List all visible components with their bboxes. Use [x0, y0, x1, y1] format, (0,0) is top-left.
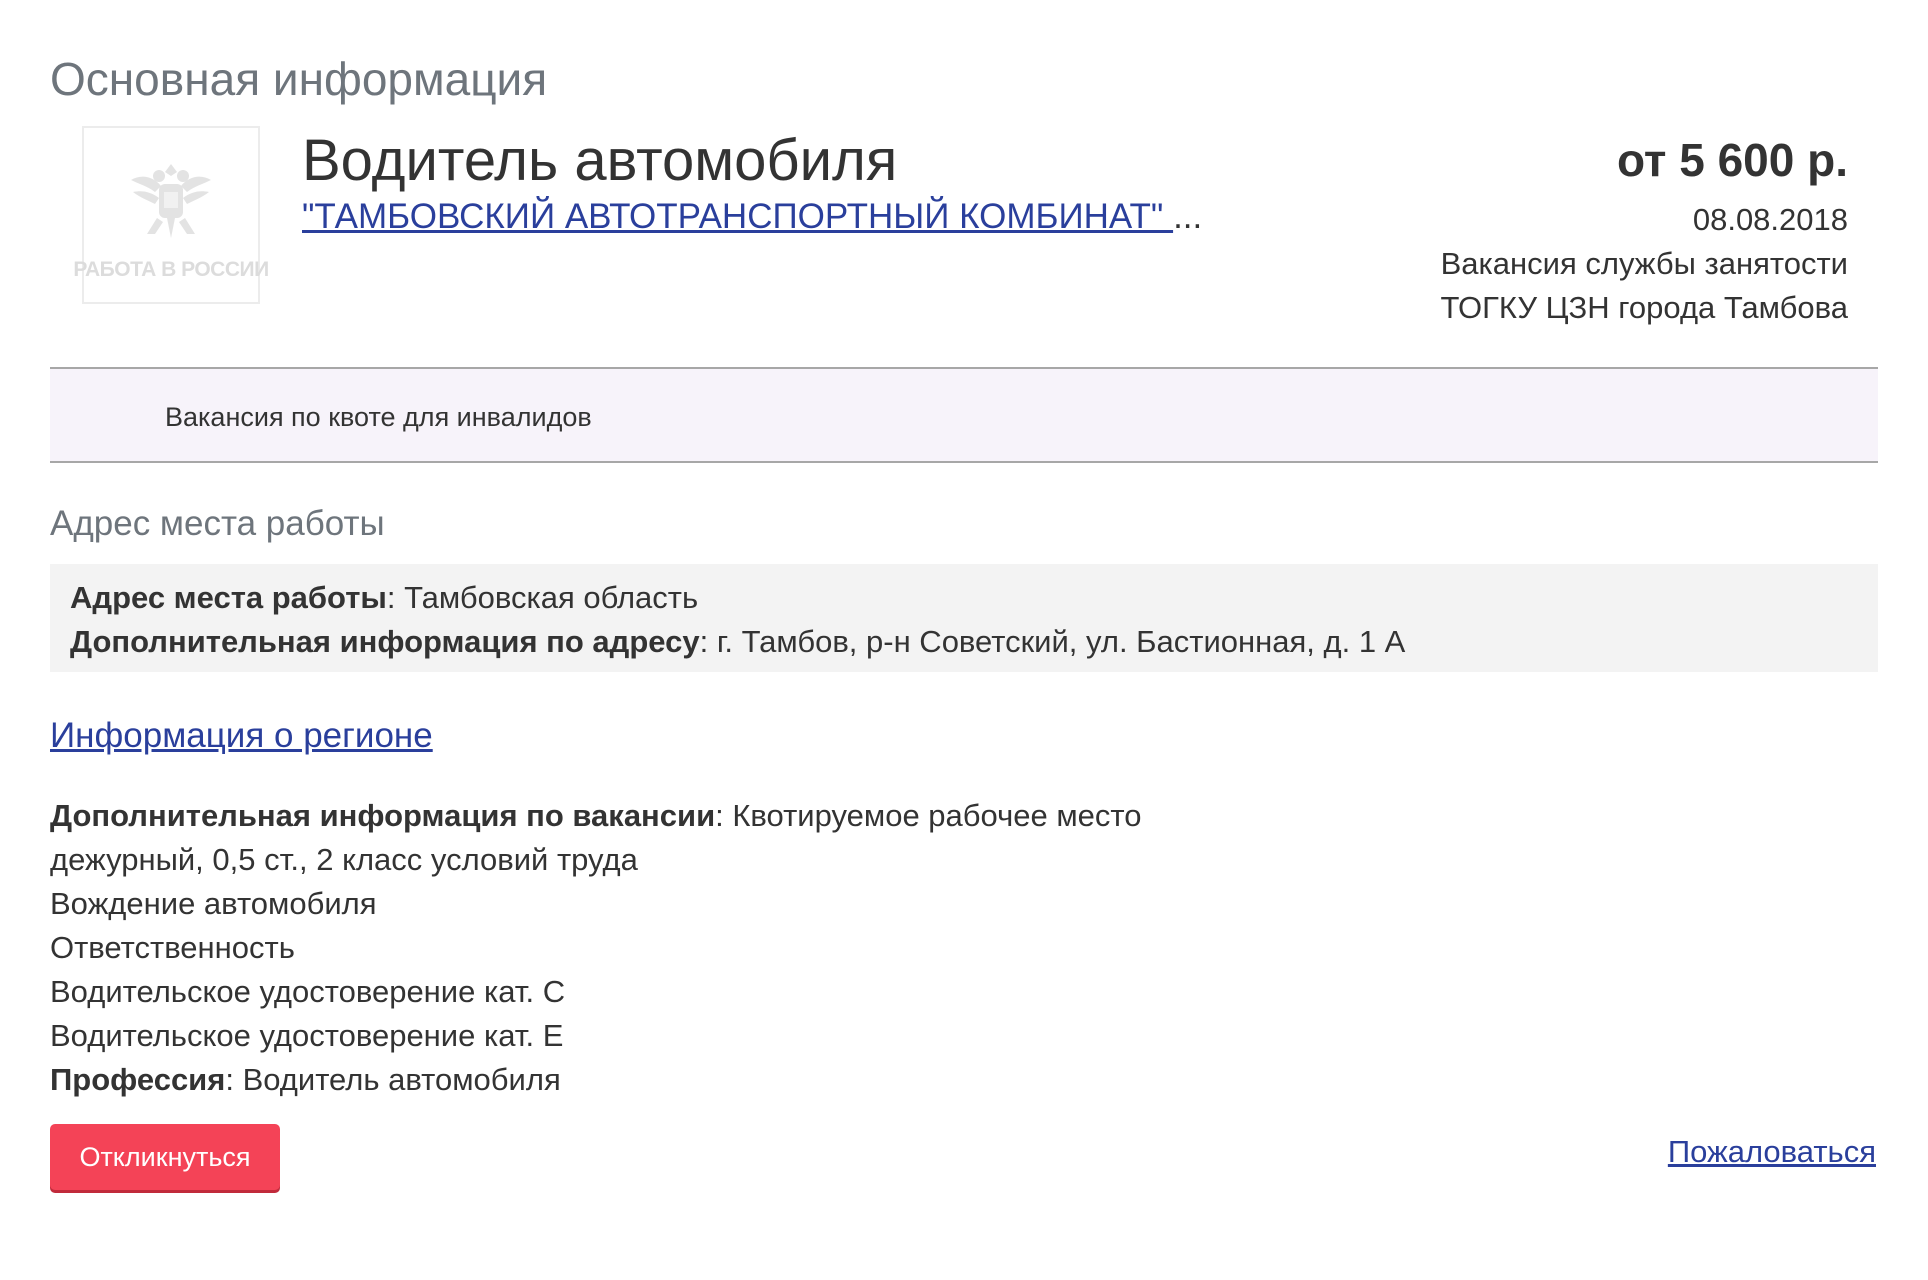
logo-caption: РАБОТА В РОССИИ [73, 258, 269, 281]
details-line: Ответственность [50, 930, 295, 965]
vacancy-meta: от 5 600 р. 08.08.2018 Вакансия службы з… [1440, 130, 1848, 330]
quota-banner: Вакансия по квоте для инвалидов [50, 367, 1878, 463]
details-line: Вождение автомобиля [50, 886, 377, 921]
details-extra-row: Дополнительная информация по вакансии: К… [50, 794, 1142, 838]
publish-date: 08.08.2018 [1692, 202, 1848, 237]
job-title: Водитель автомобиля [302, 128, 898, 193]
details-line: Водительское удостоверение кат. Е [50, 1018, 564, 1053]
details-line: Водительское удостоверение кат. С [50, 974, 566, 1009]
employer-logo: РАБОТА В РОССИИ [73, 126, 269, 304]
vacancy-details: Дополнительная информация по вакансии: К… [50, 794, 1142, 1102]
quota-text: Вакансия по квоте для инвалидов [165, 402, 592, 432]
extra-address-label: Дополнительная информация по адресу [70, 624, 700, 659]
extra-address-value: : г. Тамбов, р-н Советский, ул. Бастионн… [699, 624, 1406, 659]
extra-address-row: Дополнительная информация по адресу: г. … [70, 620, 1858, 664]
employer-link[interactable]: "ТАМБОВСКИЙ АВТОТРАНСПОРТНЫЙ КОМБИНАТ" [302, 197, 1173, 236]
section-title: Основная информация [50, 53, 548, 105]
workplace-address-row: Адрес места работы: Тамбовская область [70, 576, 1858, 620]
workplace-address-value: : Тамбовская область [386, 580, 699, 615]
details-extra-label: Дополнительная информация по вакансии [50, 798, 716, 833]
double-headed-eagle-icon [131, 164, 211, 238]
respond-button[interactable]: Откликнуться [50, 1124, 280, 1190]
profession-label: Профессия [50, 1062, 226, 1097]
vacancy-source: Вакансия службы занятости [1440, 246, 1848, 281]
salary: от 5 600 р. [1616, 134, 1848, 186]
agency-name: ТОГКУ ЦЗН города Тамбова [1440, 290, 1848, 325]
profession-value: : Водитель автомобиля [225, 1062, 561, 1097]
employer-line: "ТАМБОВСКИЙ АВТОТРАНСПОРТНЫЙ КОМБИНАТ" .… [302, 196, 1252, 238]
profession-row: Профессия: Водитель автомобиля [50, 1058, 1142, 1102]
employer-ellipsis: ... [1173, 197, 1203, 236]
address-heading: Адрес места работы [50, 504, 385, 543]
details-line: дежурный, 0,5 ст., 2 класс условий труда [50, 842, 638, 877]
workplace-address-label: Адрес места работы [70, 580, 387, 615]
region-info-link[interactable]: Информация о регионе [50, 716, 433, 756]
details-extra-value: : Квотируемое рабочее место [715, 798, 1142, 833]
vacancy-page: Основная информация РАБОТА В РОССИИ Води… [0, 0, 1928, 1280]
address-box: Адрес места работы: Тамбовская область Д… [50, 564, 1878, 672]
complain-link[interactable]: Пожаловаться [1668, 1134, 1876, 1170]
